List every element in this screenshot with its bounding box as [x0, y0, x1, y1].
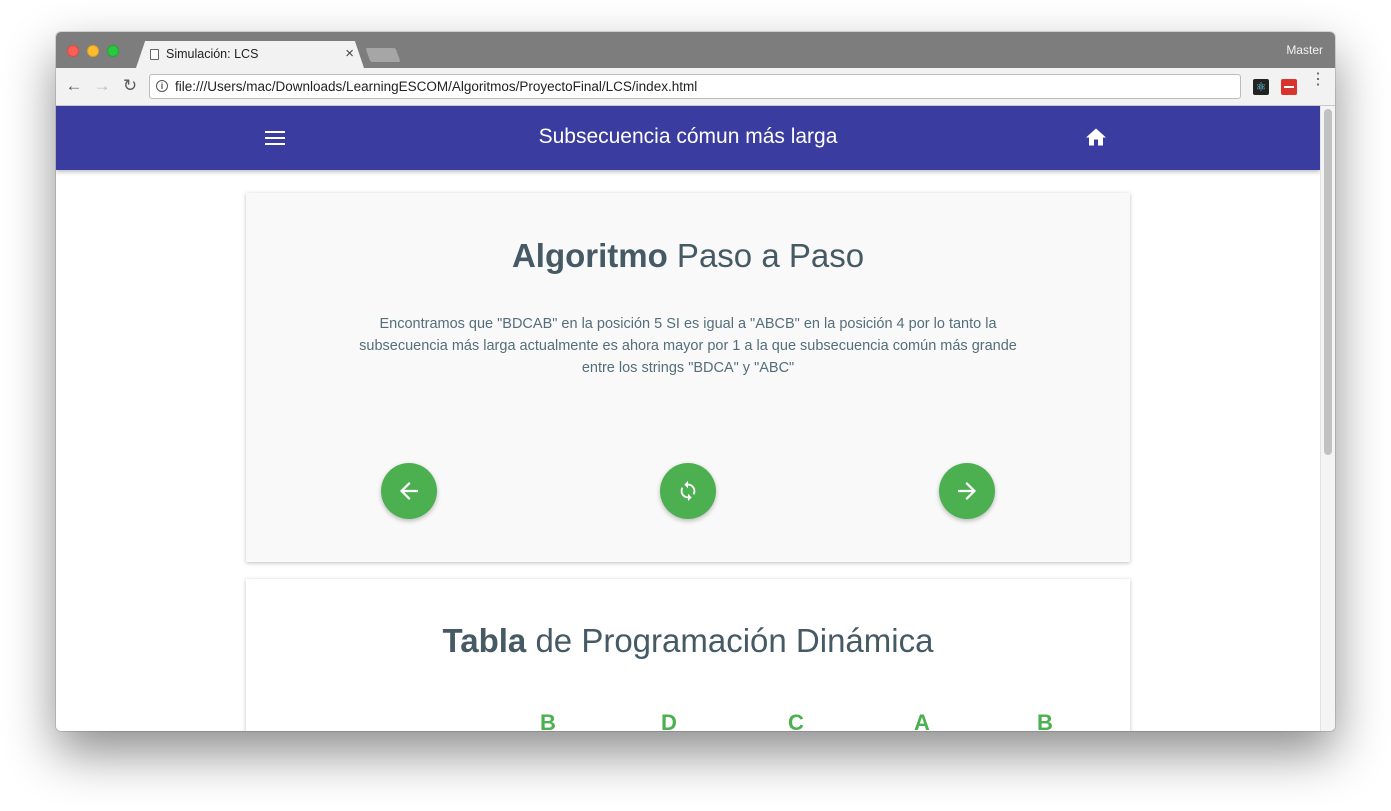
page-viewport: Subsecuencia cómun más larga Algoritmo P… [56, 106, 1320, 731]
profile-name[interactable]: Master [1286, 43, 1323, 57]
scrollbar-thumb[interactable] [1324, 109, 1332, 455]
minimize-window-button[interactable] [87, 45, 99, 57]
arrow-right-icon [958, 482, 976, 500]
dp-title-bold: Tabla [442, 622, 527, 659]
dp-table-card: Tabla de Programación Dinámica B D C A B [246, 579, 1130, 731]
browser-menu-icon[interactable]: ⋮ [1310, 72, 1326, 88]
step-description: Encontramos que "BDCAB" en la posición 5… [359, 316, 1017, 376]
info-icon[interactable]: i [156, 80, 168, 92]
forward-icon[interactable]: → [92, 76, 112, 96]
browser-toolbar: ← → ↻ i file:///Users/mac/Downloads/Lear… [56, 68, 1335, 106]
home-icon[interactable] [1086, 128, 1106, 151]
previous-step-button[interactable] [381, 463, 437, 519]
back-icon[interactable]: ← [64, 76, 84, 96]
title-bar: Simulación: LCS × Master [56, 32, 1335, 68]
maximize-window-button[interactable] [107, 45, 119, 57]
next-step-button[interactable] [939, 463, 995, 519]
dp-table-title: Tabla de Programación Dinámica [246, 622, 1130, 660]
window-controls [67, 45, 119, 57]
lastpass-icon[interactable] [1281, 79, 1297, 95]
address-bar[interactable]: i file:///Users/mac/Downloads/LearningES… [149, 74, 1241, 99]
new-tab-button[interactable] [365, 48, 401, 62]
column-header: C [788, 710, 804, 731]
sync-icon [680, 480, 696, 502]
browser-window: Simulación: LCS × Master ← → ↻ i file://… [56, 32, 1335, 731]
column-header: B [1037, 710, 1053, 731]
step-title-bold: Algoritmo [511, 237, 668, 274]
app-bar: Subsecuencia cómun más larga [56, 106, 1320, 170]
tab-title: Simulación: LCS [166, 47, 259, 61]
reset-button[interactable] [660, 463, 716, 519]
dp-title-rest: de Programación Dinámica [526, 622, 934, 659]
browser-tab[interactable]: Simulación: LCS × [136, 41, 364, 68]
tab-close-icon[interactable]: × [345, 45, 354, 62]
column-header: A [914, 710, 930, 731]
column-header: B [540, 710, 556, 731]
close-window-button[interactable] [67, 45, 79, 57]
page-title: Subsecuencia cómun más larga [538, 125, 838, 148]
document-icon [150, 49, 159, 60]
column-header: D [661, 710, 677, 731]
step-title-rest: Paso a Paso [667, 237, 865, 274]
page-scrollbar[interactable] [1320, 106, 1335, 731]
reload-icon[interactable]: ↻ [120, 76, 140, 96]
step-card: Algoritmo Paso a Paso Encontramos que "B… [246, 193, 1130, 562]
react-devtools-icon[interactable]: ⚛ [1253, 79, 1269, 95]
arrow-left-icon [400, 482, 418, 500]
url-text[interactable]: file:///Users/mac/Downloads/LearningESCO… [175, 79, 697, 94]
step-card-title: Algoritmo Paso a Paso [246, 237, 1130, 275]
